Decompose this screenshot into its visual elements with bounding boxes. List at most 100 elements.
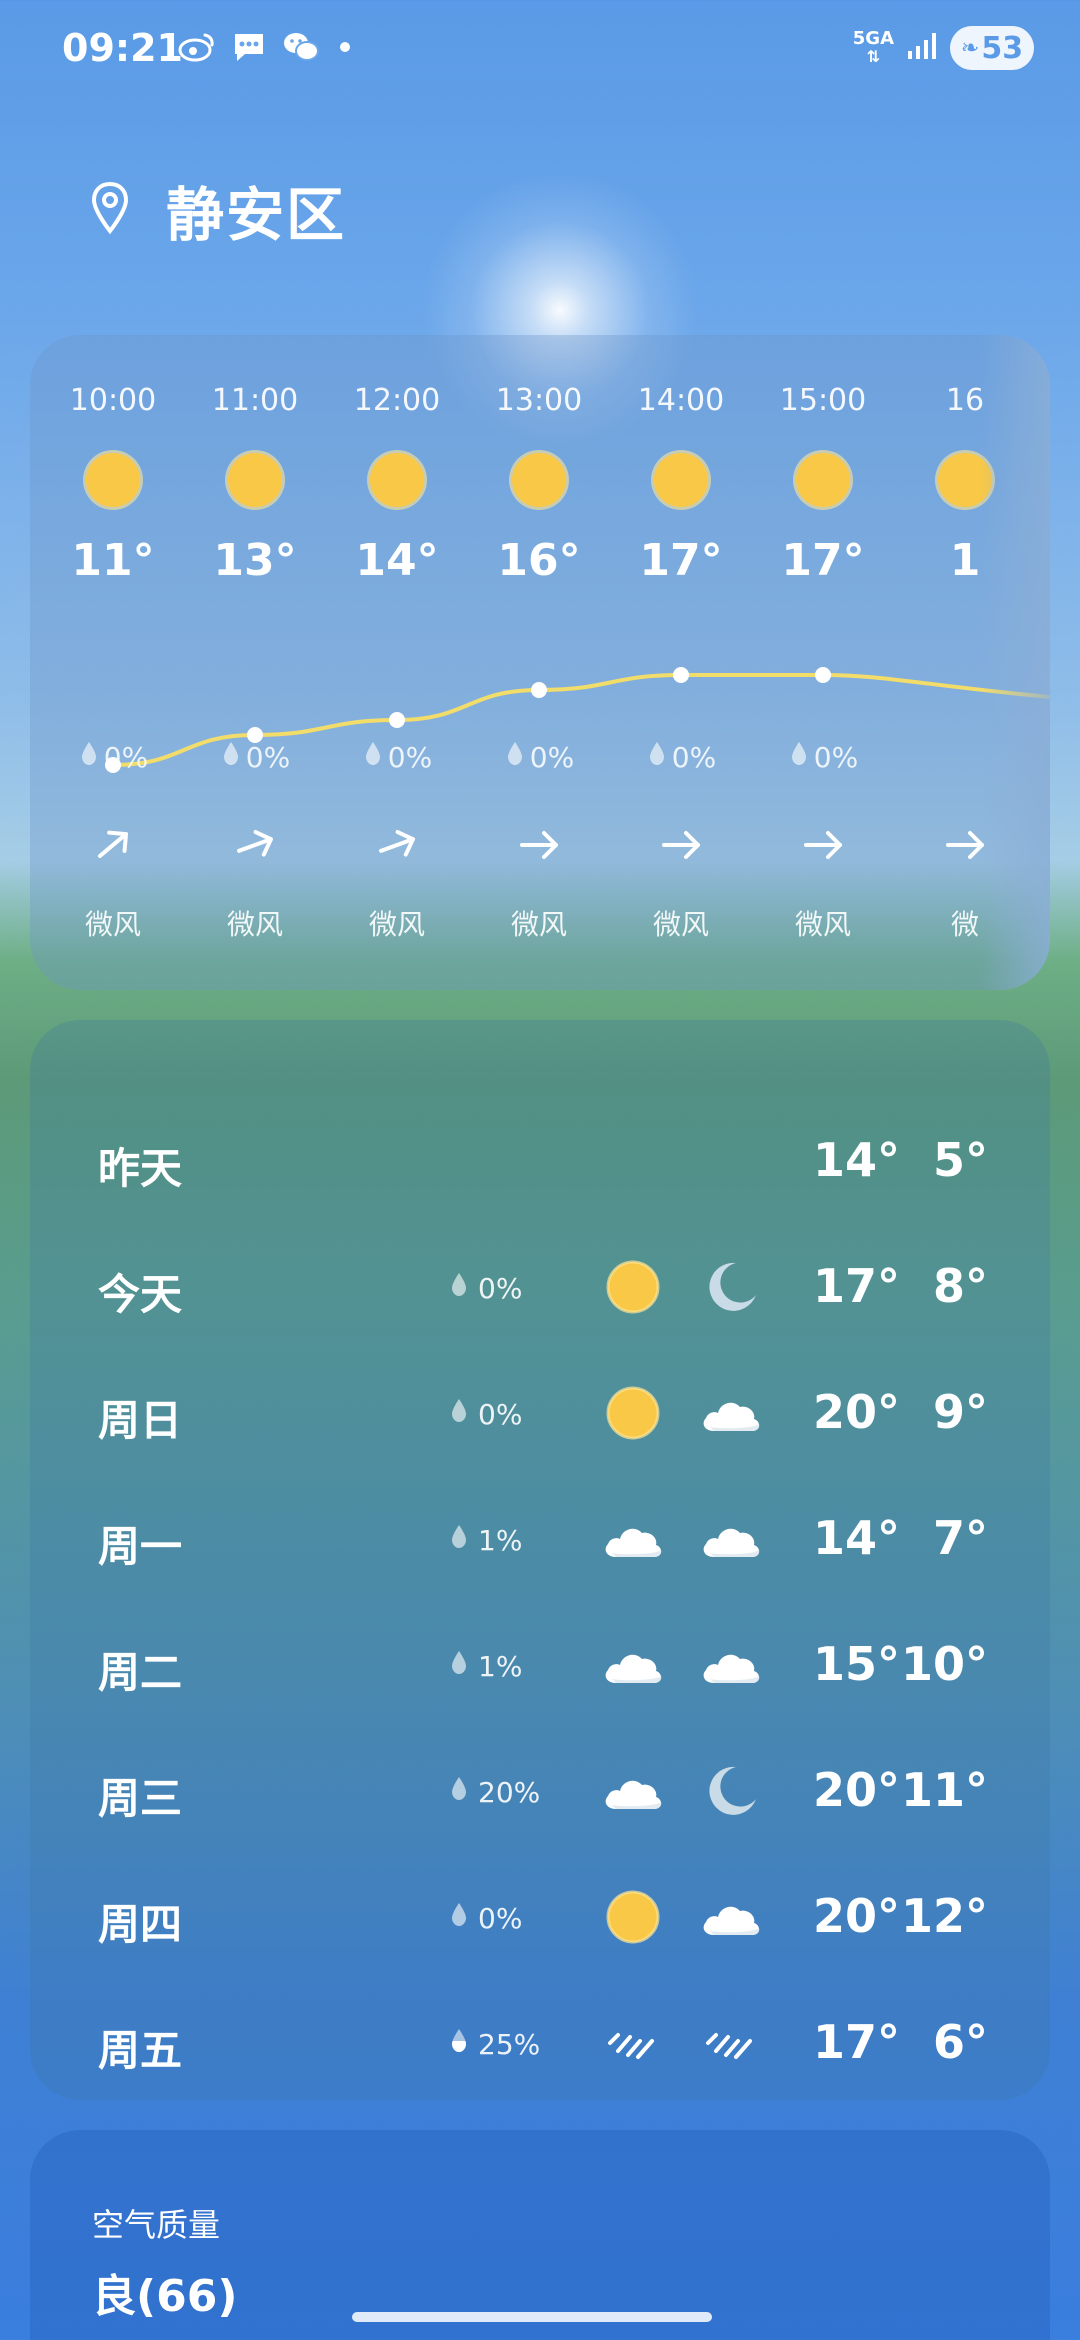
air-quality-card[interactable]: 空气质量 良(66) (30, 2130, 1050, 2340)
daily-row[interactable]: 周日 0% 20° 9° (30, 1367, 1050, 1457)
raindrop-icon (448, 1523, 470, 1558)
day-rain: 0% (448, 1397, 522, 1432)
hour-rain: 0% (42, 740, 184, 775)
status-bar: 09:21 5GA ⇅ ❧ 53 (0, 0, 1080, 100)
cloud-icon (600, 1763, 666, 1819)
day-name: 周四 (98, 1900, 183, 1949)
daily-row[interactable]: 周三 20% 20° 11° (30, 1745, 1050, 1835)
raindrop-icon (788, 740, 810, 775)
battery-indicator: ❧ 53 (950, 26, 1034, 70)
day-low-temp: 11° (900, 1763, 988, 1817)
day-high-temp: 17° (812, 1259, 900, 1313)
day-low-temp: 9° (932, 1385, 988, 1439)
sun-icon (86, 453, 140, 507)
wind-direction-icon (230, 820, 280, 870)
raindrop-icon (448, 2027, 470, 2062)
sun-icon (600, 1259, 666, 1315)
cloud-icon (698, 1889, 764, 1945)
raindrop-icon (504, 740, 526, 775)
message-icon (230, 30, 268, 64)
day-high-temp: 20° (812, 1889, 900, 1943)
hour-time: 11:00 (211, 383, 299, 418)
location-header[interactable]: 静安区 (90, 168, 346, 252)
trend-point (531, 682, 547, 698)
trend-point (815, 667, 831, 683)
raindrop-icon (448, 1397, 470, 1432)
hour-rain-chance: 0% (671, 741, 717, 774)
day-rain: 25% (448, 2027, 540, 2062)
notification-icons (178, 30, 350, 64)
leaf-icon: ❧ (960, 35, 980, 61)
hour-temp: 16° (497, 535, 581, 586)
day-name: 周二 (98, 1648, 183, 1697)
day-high-temp: 17° (812, 2015, 900, 2069)
daily-forecast-card[interactable]: 昨天 14° 5° 今天 0% 17° 8° 周日 0% 20° 9° 周一 1% 14° 7° 周二 1% 15… (30, 1020, 1050, 2100)
scroll-fade-overlay (980, 335, 1050, 990)
hour-rain-chance: 0% (813, 741, 859, 774)
day-rain-chance: 0% (478, 1272, 523, 1305)
day-rain: 20% (448, 1775, 540, 1810)
day-high-temp: 14° (812, 1511, 900, 1565)
wechat-icon (282, 30, 320, 64)
daily-row[interactable]: 周二 1% 15° 10° (30, 1619, 1050, 1709)
signal-icon (906, 31, 938, 65)
weibo-icon (178, 30, 216, 64)
hour-time: 15:00 (779, 383, 867, 418)
day-high-temp: 20° (812, 1763, 900, 1817)
day-low-temp: 5° (932, 1133, 988, 1187)
raindrop-icon (220, 740, 242, 775)
day-high-temp: 15° (812, 1637, 900, 1691)
hour-rain: 0% (610, 740, 752, 775)
trend-point (673, 667, 689, 683)
status-time: 09:21 (62, 26, 183, 70)
day-name: 周五 (98, 2026, 183, 2075)
hour-wind: 微风 (652, 908, 709, 941)
wind-direction-icon (798, 820, 848, 870)
hour-temp: 17° (781, 535, 865, 586)
day-rain-chance: 1% (478, 1524, 523, 1557)
sun-icon (512, 453, 566, 507)
network-type: 5GA ⇅ (853, 30, 894, 66)
raindrop-icon (362, 740, 384, 775)
hour-time: 13:00 (495, 383, 583, 418)
raindrop-icon (78, 740, 100, 775)
daily-row[interactable]: 周四 0% 20° 12° (30, 1871, 1050, 1961)
raindrop-icon (448, 1649, 470, 1684)
raindrop-icon (448, 1775, 470, 1810)
day-name: 今天 (98, 1270, 183, 1319)
day-rain: 0% (448, 1901, 522, 1936)
day-name: 昨天 (98, 1144, 183, 1193)
day-rain-chance: 0% (478, 1902, 523, 1935)
home-indicator[interactable] (352, 2312, 712, 2322)
day-high-temp: 14° (812, 1133, 900, 1187)
daily-row[interactable]: 周五 25% 17° 6° (30, 1997, 1050, 2087)
moon-icon (698, 1763, 764, 1819)
hour-time: 14:00 (637, 383, 725, 418)
day-name: 周一 (98, 1522, 183, 1571)
day-low-temp: 8° (932, 1259, 988, 1313)
more-notifications-dot (340, 42, 350, 52)
daily-row[interactable]: 昨天 14° 5° (30, 1115, 1050, 1205)
day-low-temp: 12° (900, 1889, 988, 1943)
day-rain-chance: 25% (478, 2028, 541, 2061)
network-label: 5GA (852, 28, 894, 49)
moon-icon (698, 1259, 764, 1315)
sun-icon (796, 453, 850, 507)
location-pin-icon (90, 181, 130, 239)
hour-rain-chance: 0% (529, 741, 575, 774)
hour-rain: 0% (752, 740, 894, 775)
hour-temp: 13° (213, 535, 297, 586)
sun-icon (654, 453, 708, 507)
hourly-forecast-card[interactable]: 10:00 11° 0% 微风 11:00 13° 0% 微风 12:00 14° 0% 微风 13:0… (30, 335, 1050, 990)
raindrop-icon (448, 1271, 470, 1306)
location-title: 静安区 (166, 181, 347, 249)
daily-row[interactable]: 周一 1% 14° 7° (30, 1493, 1050, 1583)
hour-rain: 0% (468, 740, 610, 775)
hour-temp: 14° (355, 535, 439, 586)
daily-row[interactable]: 今天 0% 17° 8° (30, 1241, 1050, 1331)
raindrop-icon (646, 740, 668, 775)
hour-time: 10:00 (69, 383, 157, 418)
hour-wind: 微风 (794, 908, 851, 941)
temperature-trend-chart (105, 667, 1050, 773)
hour-wind: 微风 (226, 908, 283, 941)
